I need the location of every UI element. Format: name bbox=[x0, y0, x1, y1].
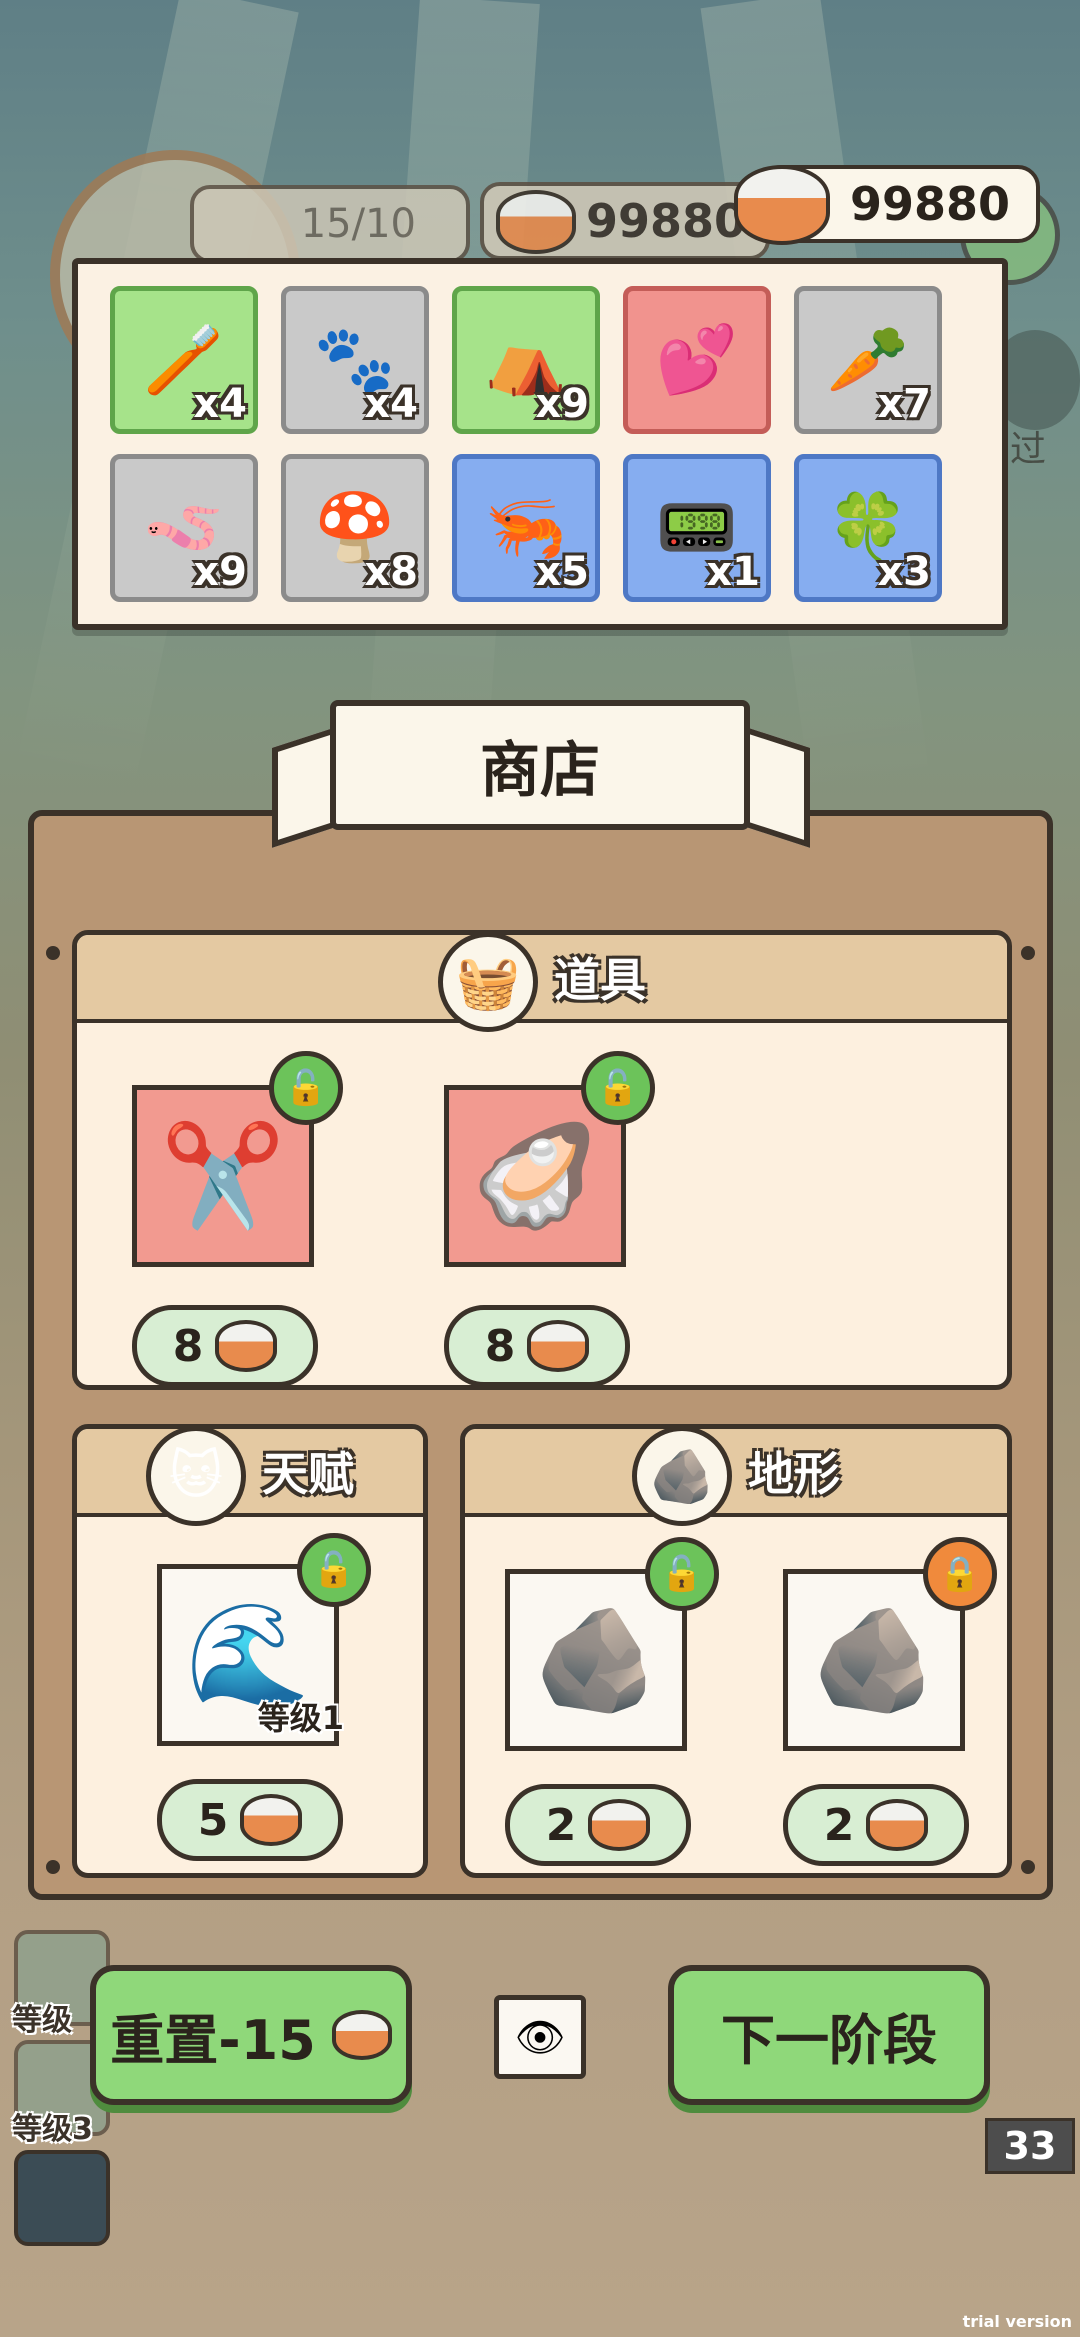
cat-food-can-icon bbox=[331, 2010, 392, 2060]
inventory-slot[interactable]: 💕 bbox=[623, 286, 771, 434]
coin-counter-background: 99880 bbox=[480, 182, 770, 260]
talent-section: 🐱 天赋 🌊 等级1 🔓 5 bbox=[72, 1424, 428, 1878]
hearts-toy-icon: 💕 bbox=[655, 321, 739, 398]
item-count: x7 bbox=[877, 381, 931, 427]
price-button[interactable]: 2 bbox=[783, 1784, 969, 1866]
talent-level: 等级1 bbox=[257, 1699, 344, 1737]
items-section: 🧺 道具 ✂️ 🔓 8 🦪 🔓 8 bbox=[72, 930, 1012, 1390]
cat-food-can-icon bbox=[527, 1320, 590, 1372]
cat-food-can-icon bbox=[734, 165, 830, 245]
price-button[interactable]: 5 bbox=[157, 1779, 343, 1861]
item-count: x9 bbox=[193, 549, 247, 595]
item-count: x8 bbox=[364, 549, 418, 595]
sand-rock-icon: 🪨 bbox=[533, 1601, 659, 1718]
inventory-slot[interactable]: 🐾 x4 bbox=[281, 286, 429, 434]
unlocked-icon: 🔓 bbox=[297, 1533, 371, 1607]
pearl-clam-icon: 🦪 bbox=[472, 1117, 598, 1234]
shop-panel: 🧺 道具 ✂️ 🔓 8 🦪 🔓 8 🐱 天赋 🌊 等级1 🔓 5 🪨 地形 🪨 … bbox=[28, 810, 1053, 1900]
inventory-slot[interactable]: 🦐 x5 bbox=[452, 454, 600, 602]
inventory-slot[interactable]: ⛺ x9 bbox=[452, 286, 600, 434]
cat-face-icon: 🐱 bbox=[146, 1429, 246, 1526]
scissors-egg-icon: ✂️ bbox=[160, 1117, 286, 1234]
inventory-panel: 🪥 x4 🐾 x4 ⛺ x9 💕 🥕 x7 🪱 x9 🍄 x8 🦐 x5 📟 x1 🍀 x3 bbox=[72, 258, 1008, 630]
next-stage-button[interactable]: 下一阶段 bbox=[668, 1965, 990, 2105]
item-count: x1 bbox=[706, 549, 760, 595]
unlocked-icon: 🔓 bbox=[269, 1051, 343, 1125]
side-level-label: 等级3 bbox=[12, 2112, 93, 2147]
side-level-label: 等级 bbox=[12, 2003, 72, 2038]
side-slot-icon[interactable] bbox=[14, 2150, 110, 2246]
level-progress: 15/10 bbox=[190, 185, 470, 263]
item-count: x4 bbox=[193, 381, 247, 427]
side-label: 过 bbox=[1010, 429, 1047, 470]
items-section-header: 🧺 道具 bbox=[77, 935, 1007, 1032]
inventory-slot[interactable]: 🥕 x7 bbox=[794, 286, 942, 434]
item-count: x3 bbox=[877, 549, 931, 595]
turn-counter: 33 bbox=[985, 2118, 1075, 2174]
inventory-slot[interactable]: 📟 x1 bbox=[623, 454, 771, 602]
coin-counter: 99880 bbox=[734, 165, 1040, 245]
shop-title: 商店 bbox=[330, 700, 750, 830]
price-button[interactable]: 8 bbox=[132, 1305, 318, 1385]
inventory-slot[interactable]: 🍄 x8 bbox=[281, 454, 429, 602]
cat-food-can-icon bbox=[240, 1794, 303, 1846]
reset-button[interactable]: 重置-15 bbox=[90, 1965, 412, 2105]
cat-food-can-icon bbox=[496, 190, 576, 254]
terrain-section-header: 🪨 地形 bbox=[465, 1429, 1007, 1526]
item-count: x5 bbox=[535, 549, 589, 595]
item-count: x4 bbox=[364, 381, 418, 427]
inventory-slot[interactable]: 🪱 x9 bbox=[110, 454, 258, 602]
item-count: x9 bbox=[535, 381, 589, 427]
rivet bbox=[1021, 946, 1035, 960]
watermark: trial version bbox=[962, 2312, 1072, 2331]
rivet bbox=[1021, 1860, 1035, 1874]
inventory-slot[interactable]: 🪥 x4 bbox=[110, 286, 258, 434]
talent-section-header: 🐱 天赋 bbox=[77, 1429, 423, 1526]
cat-food-can-icon bbox=[588, 1799, 651, 1851]
rivet bbox=[46, 1860, 60, 1874]
cat-food-can-icon bbox=[866, 1799, 929, 1851]
price-button[interactable]: 2 bbox=[505, 1784, 691, 1866]
eye-icon: 👁 bbox=[514, 2014, 566, 2061]
sand-rock-icon: 🪨 bbox=[811, 1601, 937, 1718]
cat-food-can-icon bbox=[215, 1320, 278, 1372]
unlocked-icon: 🔓 bbox=[581, 1051, 655, 1125]
locked-icon: 🔒 bbox=[923, 1537, 997, 1611]
price-button[interactable]: 8 bbox=[444, 1305, 630, 1385]
eye-toggle-button[interactable]: 👁 bbox=[494, 1995, 586, 2079]
basket-icon: 🧺 bbox=[438, 935, 538, 1032]
unlocked-icon: 🔓 bbox=[645, 1537, 719, 1611]
terrain-section: 🪨 地形 🪨 🔓 2 🪨 🔒 2 bbox=[460, 1424, 1012, 1878]
rocks-icon: 🪨 bbox=[632, 1429, 732, 1526]
rivet bbox=[46, 946, 60, 960]
inventory-slot[interactable]: 🍀 x3 bbox=[794, 454, 942, 602]
